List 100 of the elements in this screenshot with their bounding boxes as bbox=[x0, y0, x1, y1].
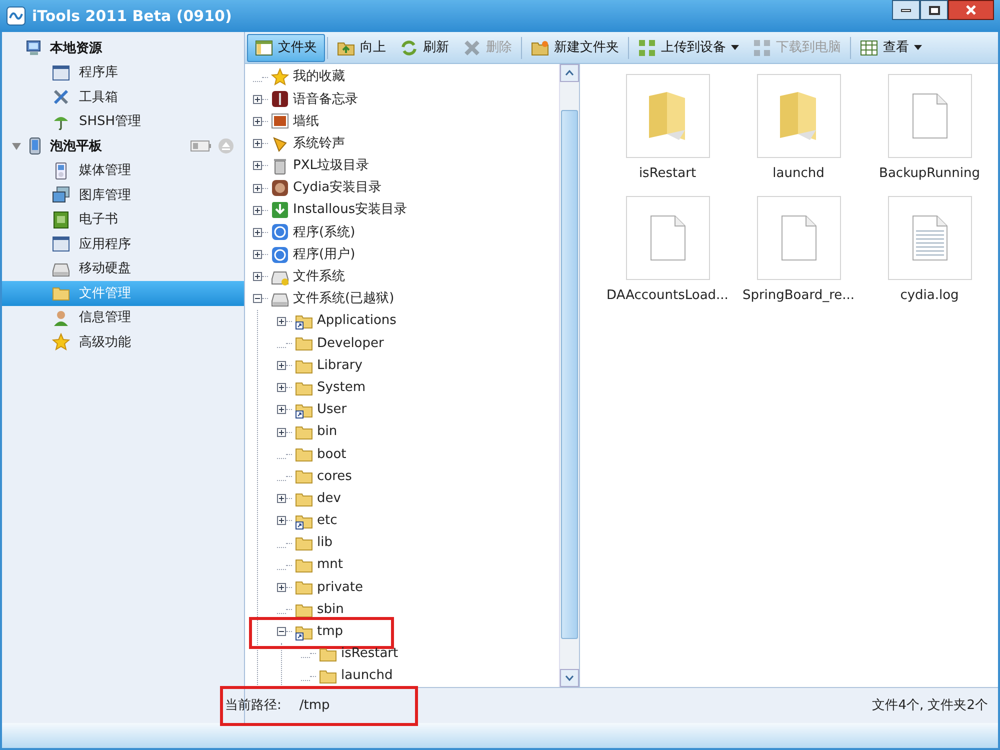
tree-item[interactable]: 墙纸 bbox=[293, 112, 319, 132]
tree-item[interactable]: dev bbox=[317, 488, 341, 508]
file-thumbnail[interactable] bbox=[888, 74, 972, 158]
trash-icon bbox=[271, 156, 289, 175]
window-icon bbox=[52, 64, 70, 82]
tree-item[interactable]: 文件系统(已越狱) bbox=[293, 289, 394, 309]
close-button[interactable] bbox=[948, 0, 994, 20]
tree-item[interactable]: PXL垃圾目录 bbox=[293, 156, 369, 176]
tree-item[interactable]: lib bbox=[317, 533, 332, 553]
expand-toggle[interactable] bbox=[253, 94, 262, 104]
folder-view-icon bbox=[255, 38, 273, 56]
file-name[interactable]: BackupRunning bbox=[879, 164, 980, 184]
tree-item[interactable]: Developer bbox=[317, 334, 384, 354]
sidebar-section[interactable]: 泡泡平板 bbox=[50, 136, 102, 156]
expand-toggle[interactable] bbox=[277, 383, 286, 392]
photos-icon bbox=[52, 186, 70, 204]
file-thumbnail[interactable] bbox=[756, 196, 840, 280]
tree-item[interactable]: 程序(系统) bbox=[293, 222, 356, 242]
bell-icon bbox=[271, 134, 289, 153]
scroll-up-icon[interactable] bbox=[565, 70, 574, 76]
tree-item[interactable]: launchd bbox=[341, 666, 393, 686]
tree-item[interactable]: 文件系统 bbox=[293, 267, 345, 287]
sidebar-item[interactable]: 程序库 bbox=[2, 60, 244, 85]
toolbar-button[interactable]: 查看 bbox=[853, 34, 929, 62]
tree-item[interactable]: bin bbox=[317, 422, 338, 442]
sidebar-item[interactable]: 工具箱 bbox=[2, 85, 244, 110]
expand-toggle[interactable] bbox=[253, 272, 262, 282]
tree-item[interactable]: private bbox=[317, 578, 363, 598]
expand-toggle[interactable] bbox=[253, 116, 262, 126]
file-thumbnail[interactable] bbox=[626, 196, 710, 280]
cydia-icon bbox=[271, 179, 289, 198]
expand-toggle[interactable] bbox=[253, 228, 262, 237]
tree-item[interactable]: isRestart bbox=[341, 644, 398, 664]
expand-toggle[interactable] bbox=[277, 361, 286, 370]
scroll-down-icon[interactable] bbox=[565, 675, 574, 681]
tree-item[interactable]: 语音备忘录 bbox=[293, 90, 358, 110]
toolbar-button[interactable]: 向上 bbox=[330, 34, 393, 62]
file-thumbnail[interactable] bbox=[756, 74, 840, 158]
file-name[interactable]: launchd bbox=[772, 164, 824, 184]
expand-toggle[interactable] bbox=[277, 494, 286, 504]
expand-toggle[interactable] bbox=[253, 139, 262, 148]
tree-item[interactable]: User bbox=[317, 400, 347, 420]
collapse-toggle[interactable] bbox=[277, 627, 286, 636]
toolbar-button[interactable]: 上传到设备 bbox=[631, 34, 746, 62]
installous-icon bbox=[271, 201, 289, 220]
sidebar-item[interactable]: 电子书 bbox=[2, 208, 244, 232]
sidebar-item[interactable]: 图库管理 bbox=[2, 183, 244, 208]
battery-icon bbox=[190, 140, 212, 152]
app-logo-icon bbox=[6, 6, 26, 26]
minimize-button[interactable] bbox=[892, 0, 920, 20]
file-name[interactable]: SpringBoard_re... bbox=[742, 286, 855, 305]
file-icon bbox=[780, 214, 818, 260]
tree-item[interactable]: cores bbox=[317, 466, 352, 486]
sidebar-item[interactable]: 媒体管理 bbox=[2, 158, 244, 183]
sidebar-item[interactable]: 移动硬盘 bbox=[2, 256, 244, 281]
upload-icon bbox=[638, 38, 656, 56]
collapse-toggle[interactable] bbox=[253, 294, 262, 304]
sidebar-item[interactable]: 信息管理 bbox=[2, 306, 244, 330]
tree-item[interactable]: Applications bbox=[317, 311, 396, 331]
expand-toggle[interactable] bbox=[253, 161, 262, 170]
tree-item[interactable]: Library bbox=[317, 356, 362, 376]
tree-item[interactable]: 系统铃声 bbox=[293, 134, 345, 154]
file-thumbnail[interactable] bbox=[888, 196, 972, 280]
expand-toggle[interactable] bbox=[277, 428, 286, 437]
toolbar-button[interactable]: 新建文件夹 bbox=[524, 34, 626, 62]
window-title: iTools 2011 Beta (0910) bbox=[32, 6, 232, 27]
sidebar-item[interactable]: SHSH管理 bbox=[2, 110, 244, 134]
file-icon bbox=[910, 93, 948, 139]
tree-item[interactable]: etc bbox=[317, 511, 338, 531]
expand-toggle[interactable] bbox=[253, 206, 262, 215]
tree-item[interactable]: Installous安装目录 bbox=[293, 200, 408, 220]
tree-item[interactable]: boot bbox=[317, 444, 346, 464]
tree-item[interactable]: sbin bbox=[317, 600, 344, 620]
tree-item[interactable]: mnt bbox=[317, 555, 343, 575]
tools-icon bbox=[52, 88, 70, 106]
tree-item[interactable]: tmp bbox=[317, 622, 344, 642]
file-thumbnail[interactable] bbox=[626, 74, 710, 158]
sidebar-section[interactable]: 本地资源 bbox=[50, 38, 102, 58]
expand-toggle[interactable] bbox=[277, 516, 286, 526]
tree-item[interactable]: Cydia安装目录 bbox=[293, 178, 382, 198]
book-icon bbox=[52, 210, 70, 229]
delete-icon bbox=[463, 38, 481, 56]
toolbar-button[interactable]: 文件夹 bbox=[247, 34, 325, 62]
tree-item[interactable]: 程序(用户) bbox=[293, 244, 356, 264]
file-name[interactable]: DAAccountsLoad... bbox=[606, 286, 728, 305]
expand-toggle[interactable] bbox=[277, 582, 286, 592]
sidebar-item[interactable]: 高级功能 bbox=[2, 330, 244, 354]
collapse-arrow-icon[interactable] bbox=[12, 142, 24, 150]
maximize-button[interactable] bbox=[920, 0, 948, 20]
file-name[interactable]: cydia.log bbox=[900, 286, 959, 305]
expand-toggle[interactable] bbox=[277, 316, 286, 326]
tree-item[interactable]: System bbox=[317, 378, 366, 398]
tree-item[interactable]: 我的收藏 bbox=[293, 67, 345, 87]
scrollbar[interactable] bbox=[559, 64, 579, 687]
sidebar-item[interactable]: 应用程序 bbox=[2, 232, 244, 256]
expand-toggle[interactable] bbox=[277, 405, 286, 414]
expand-toggle[interactable] bbox=[253, 184, 262, 193]
expand-toggle[interactable] bbox=[253, 250, 262, 260]
file-name[interactable]: isRestart bbox=[638, 164, 696, 184]
toolbar-button[interactable]: 刷新 bbox=[393, 34, 456, 62]
